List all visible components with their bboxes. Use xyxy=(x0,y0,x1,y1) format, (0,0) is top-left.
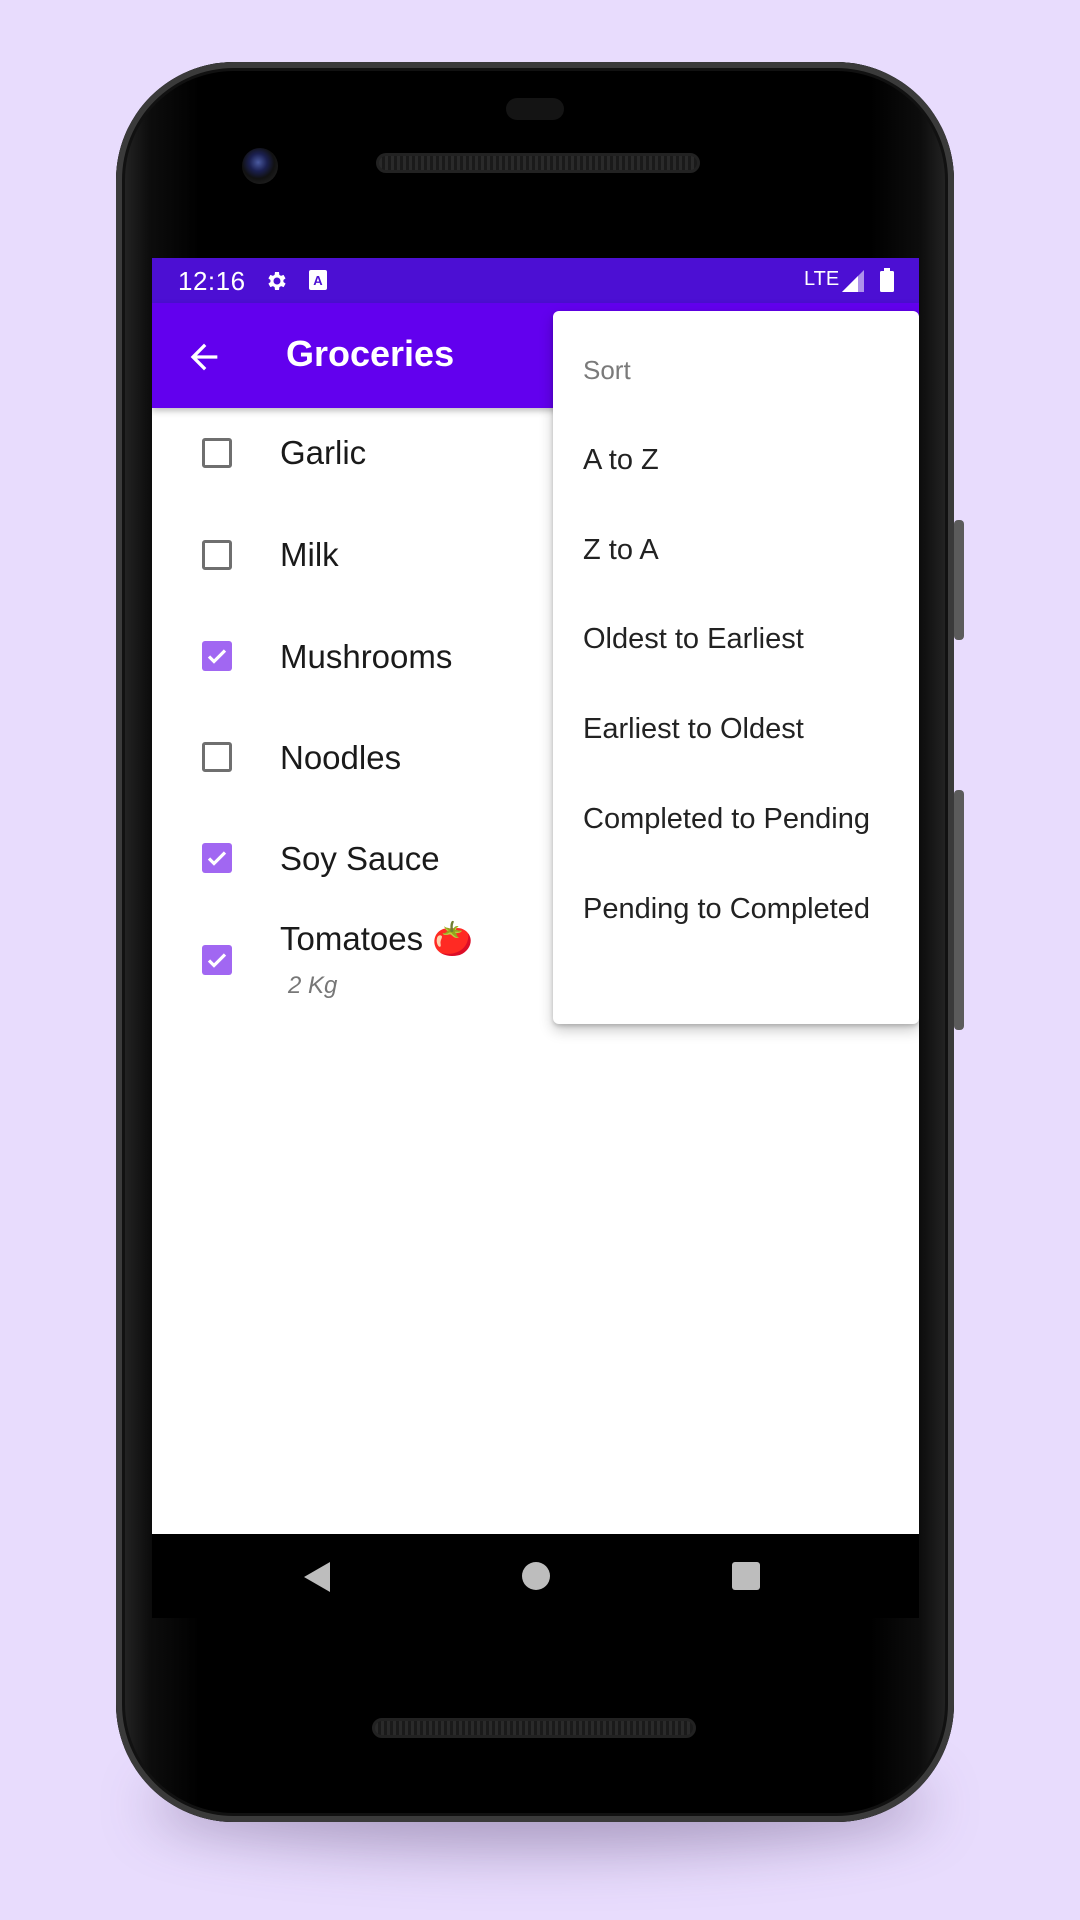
checkbox-checked[interactable] xyxy=(202,945,232,975)
signal-icon xyxy=(842,270,864,292)
checkbox[interactable] xyxy=(202,742,232,772)
volume-button xyxy=(954,790,964,1030)
menu-item-pending-to-completed[interactable]: Pending to Completed xyxy=(583,893,870,926)
item-label: Milk xyxy=(280,536,339,573)
item-label: Noodles xyxy=(280,739,402,776)
bottom-speaker xyxy=(372,1718,696,1738)
check-icon xyxy=(207,953,227,968)
menu-header: Sort xyxy=(583,355,631,385)
checkbox-checked[interactable] xyxy=(202,641,232,671)
check-icon xyxy=(207,851,227,866)
checkbox[interactable] xyxy=(202,540,232,570)
checkbox[interactable] xyxy=(202,438,232,468)
top-speaker xyxy=(376,153,700,173)
svg-text:A: A xyxy=(313,273,323,288)
check-icon xyxy=(207,649,227,664)
item-label: Tomatoes 🍅 xyxy=(280,920,474,957)
battery-icon xyxy=(880,268,894,292)
page-title: Groceries xyxy=(286,333,455,374)
menu-item-completed-to-pending[interactable]: Completed to Pending xyxy=(583,803,870,836)
menu-item-earliest-to-oldest[interactable]: Earliest to Oldest xyxy=(583,713,804,746)
nav-back-icon[interactable] xyxy=(304,1562,332,1592)
arrow-left-icon[interactable] xyxy=(184,337,224,377)
sort-menu: Sort A to Z Z to A Oldest to Earliest Ea… xyxy=(553,311,919,1024)
item-label: Garlic xyxy=(280,434,367,471)
menu-item-z-to-a[interactable]: Z to A xyxy=(583,534,659,567)
item-label: Soy Sauce xyxy=(280,840,440,877)
nav-recents-icon[interactable] xyxy=(732,1562,760,1590)
a-icon: A xyxy=(309,270,327,290)
checkbox-checked[interactable] xyxy=(202,843,232,873)
settings-icon xyxy=(268,272,286,290)
status-time: 12:16 xyxy=(178,266,246,296)
nav-home-icon[interactable] xyxy=(522,1562,550,1590)
power-button xyxy=(954,520,964,640)
item-label: Mushrooms xyxy=(280,638,453,675)
screen: 12:16 A LTE Groceries Garlic Milk Mushro… xyxy=(152,258,919,1534)
menu-item-oldest-to-earliest[interactable]: Oldest to Earliest xyxy=(583,623,804,656)
navigation-bar xyxy=(152,1534,919,1618)
item-note: 2 Kg xyxy=(288,972,338,999)
proximity-sensor xyxy=(506,98,564,120)
menu-item-a-to-z[interactable]: A to Z xyxy=(583,444,659,477)
front-camera xyxy=(242,148,278,184)
status-bar: 12:16 A LTE xyxy=(152,258,919,303)
network-type: LTE xyxy=(804,268,840,290)
